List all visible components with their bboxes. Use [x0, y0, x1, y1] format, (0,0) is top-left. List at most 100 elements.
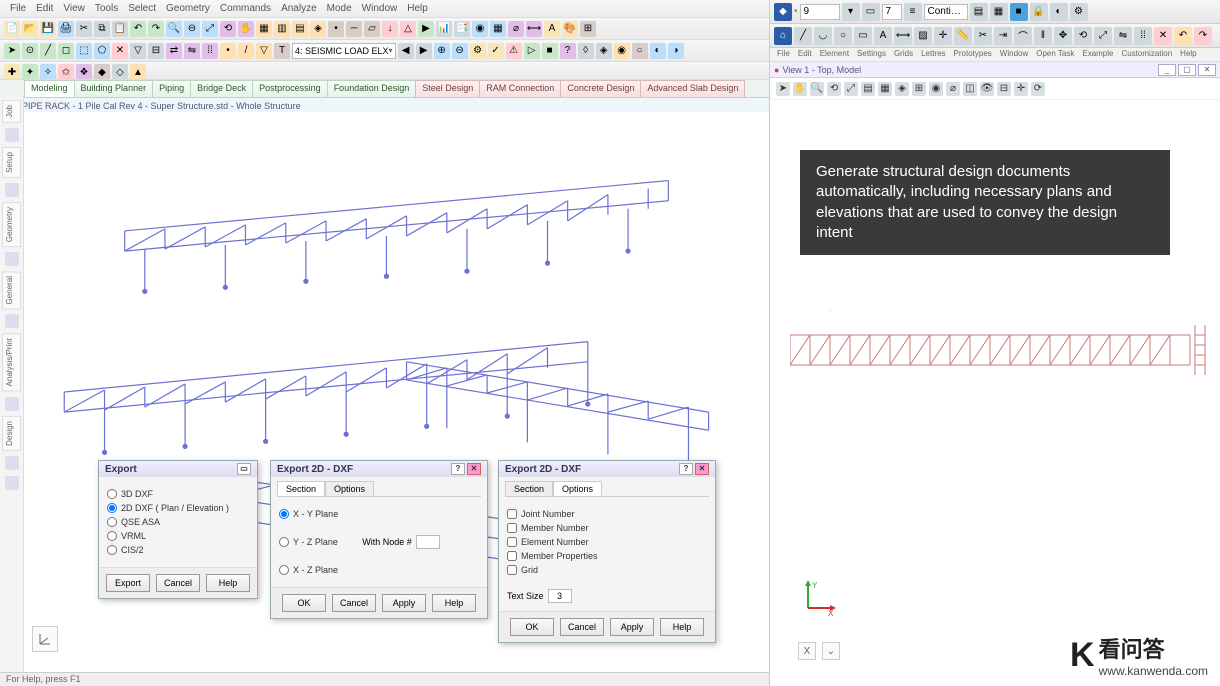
cut-icon[interactable]: ✂	[76, 21, 92, 37]
select-cursor-icon[interactable]: ➤	[4, 43, 20, 59]
beam-icon[interactable]: ─	[346, 21, 362, 37]
v-pan-icon[interactable]: ✋	[793, 82, 807, 96]
undo-icon[interactable]: ↶	[130, 21, 146, 37]
chevron-down-icon[interactable]: ▾	[842, 3, 860, 21]
rmenu-example[interactable]: Example	[1079, 49, 1116, 60]
export-cancel-button[interactable]: Cancel	[156, 574, 200, 592]
sidetab-analysis[interactable]: Analysis/Print	[2, 333, 21, 391]
tab-steel-design[interactable]: Steel Design	[415, 80, 480, 97]
rmenu-file[interactable]: File	[774, 49, 793, 60]
t3-1-icon[interactable]: ✚	[4, 64, 20, 80]
print-icon[interactable]: 🖨	[58, 21, 74, 37]
dlg-b-help-button[interactable]: Help	[660, 618, 704, 636]
place-rect-icon[interactable]: ▭	[854, 27, 872, 45]
sidetab-general[interactable]: General	[2, 271, 21, 309]
export-button[interactable]: Export	[106, 574, 150, 592]
menu-edit[interactable]: Edit	[32, 2, 57, 15]
side-icon-7[interactable]	[5, 476, 19, 490]
tab-piping[interactable]: Piping	[152, 80, 191, 97]
grid-icon[interactable]: ⊞	[580, 21, 596, 37]
v-rotate-icon[interactable]: ⟲	[827, 82, 841, 96]
wireframe-icon[interactable]: ▦	[490, 21, 506, 37]
extra-2-icon[interactable]: ⊖	[452, 43, 468, 59]
more-6-icon[interactable]: ◑	[668, 43, 684, 59]
tab-building-planner[interactable]: Building Planner	[74, 80, 154, 97]
v-zoom-icon[interactable]: 🔍	[810, 82, 824, 96]
rmenu-lettres[interactable]: Lettres	[918, 49, 948, 60]
mirror-icon[interactable]: ⇋	[184, 43, 200, 59]
rotate-icon[interactable]: ⟲	[220, 21, 236, 37]
deselect-icon[interactable]: ✕	[112, 43, 128, 59]
export-option-cis2[interactable]: CIS/2	[107, 545, 249, 555]
side-icon-1[interactable]	[5, 128, 19, 142]
dlg-a-help-button[interactable]: ?	[451, 463, 465, 475]
undo2-icon[interactable]: ↶	[1174, 27, 1192, 45]
export2d-b-titlebar[interactable]: Export 2D - DXF ?✕	[499, 461, 715, 477]
transparency-icon[interactable]: ◐	[1050, 3, 1068, 21]
fillet-icon[interactable]: ⌒	[1014, 27, 1032, 45]
zoom-out-icon[interactable]: ⊖	[184, 21, 200, 37]
view-close-button[interactable]: ✕	[1198, 64, 1216, 76]
help-tool-icon[interactable]: ?	[560, 43, 576, 59]
tab-ram-connection[interactable]: RAM Connection	[479, 80, 561, 97]
v-grid-icon[interactable]: ⊟	[997, 82, 1011, 96]
trim-icon[interactable]: ✂	[974, 27, 992, 45]
right-viewport[interactable]: Generate structural design documents aut…	[770, 100, 1220, 668]
chk-joint-number[interactable]: Joint Number	[507, 509, 707, 519]
load-icon[interactable]: ↓	[382, 21, 398, 37]
app-logo-icon[interactable]: ◆	[774, 3, 792, 21]
dlg-b-apply-button[interactable]: Apply	[610, 618, 654, 636]
layers-icon[interactable]: ▤	[970, 3, 988, 21]
next-icon[interactable]: ▶	[416, 43, 432, 59]
group-icon[interactable]: ⊟	[148, 43, 164, 59]
export-option-qse[interactable]: QSE ASA	[107, 517, 249, 527]
prev-icon[interactable]: ◀	[398, 43, 414, 59]
v-render-icon[interactable]: ◉	[929, 82, 943, 96]
menu-view[interactable]: View	[59, 2, 89, 15]
dlg-a-tab-section[interactable]: Section	[277, 481, 325, 496]
rmenu-window[interactable]: Window	[997, 49, 1031, 60]
run-icon[interactable]: ▷	[524, 43, 540, 59]
results-icon[interactable]: 📊	[436, 21, 452, 37]
settings-icon[interactable]: ⚙	[1070, 3, 1088, 21]
extra-1-icon[interactable]: ⊕	[434, 43, 450, 59]
place-text-icon[interactable]: A	[874, 27, 892, 45]
tab-postprocessing[interactable]: Postprocessing	[252, 80, 328, 97]
side-icon-6[interactable]	[5, 456, 19, 470]
redo2-icon[interactable]: ↷	[1194, 27, 1212, 45]
dlg-a-close-button[interactable]: ✕	[467, 463, 481, 475]
axis-indicator-icon[interactable]	[32, 626, 58, 652]
support-icon[interactable]: △	[400, 21, 416, 37]
with-node-input[interactable]	[416, 535, 440, 549]
display-beam-icon[interactable]: /	[238, 43, 254, 59]
rmenu-element[interactable]: Element	[817, 49, 852, 60]
rmenu-grids[interactable]: Grids	[891, 49, 916, 60]
menu-mode[interactable]: Mode	[323, 2, 356, 15]
home-icon[interactable]: ⌂	[774, 27, 792, 45]
export-option-3ddxf[interactable]: 3D DXF	[107, 489, 249, 499]
chk-member-number[interactable]: Member Number	[507, 523, 707, 533]
t3-3-icon[interactable]: ✧	[40, 64, 56, 80]
t3-7-icon[interactable]: ◇	[112, 64, 128, 80]
dlg-b-help-button[interactable]: ?	[679, 463, 693, 475]
rotate2-icon[interactable]: ⟲	[1074, 27, 1092, 45]
dlg-b-close-button[interactable]: ✕	[695, 463, 709, 475]
color-icon[interactable]: 🎨	[562, 21, 578, 37]
export-dialog-titlebar[interactable]: Export ▭	[99, 461, 257, 477]
dlg-a-cancel-button[interactable]: Cancel	[332, 594, 376, 612]
plane-xy[interactable]: X - Y Plane	[279, 509, 338, 519]
v-refresh-icon[interactable]: ⟳	[1031, 82, 1045, 96]
array-icon[interactable]: ⁞⁞	[202, 43, 218, 59]
list-icon[interactable]: ≡	[904, 3, 922, 21]
export-option-vrml[interactable]: VRML	[107, 531, 249, 541]
view-front-icon[interactable]: ▦	[256, 21, 272, 37]
v-snap-icon[interactable]: ✛	[1014, 82, 1028, 96]
dimension-icon[interactable]: ⟷	[526, 21, 542, 37]
menu-help[interactable]: Help	[403, 2, 432, 15]
page-icon[interactable]: ▭	[862, 3, 880, 21]
select-poly-icon[interactable]: ⬠	[94, 43, 110, 59]
bottom-icon-dropdown[interactable]: ⌄	[822, 642, 840, 660]
t3-5-icon[interactable]: ❖	[76, 64, 92, 80]
rmenu-opentask[interactable]: Open Task	[1033, 49, 1077, 60]
dimension-tool-icon[interactable]: ⟷	[894, 27, 912, 45]
